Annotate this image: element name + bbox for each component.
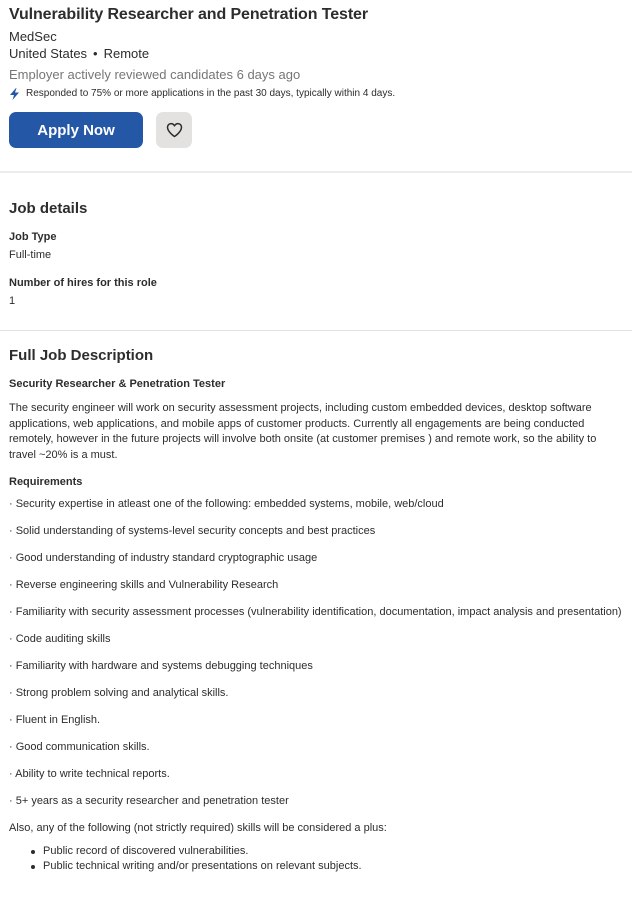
requirement-item: · Familiarity with hardware and systems … bbox=[9, 660, 313, 672]
requirement-item: · Reverse engineering skills and Vulnera… bbox=[9, 579, 279, 591]
job-details-section: Job details Job Type Full-time Number of… bbox=[0, 173, 632, 330]
job-description-section: Full Job Description Security Researcher… bbox=[0, 331, 632, 875]
plus-skill-item: Public record of discovered vulnerabilit… bbox=[31, 844, 623, 860]
hires-value: 1 bbox=[9, 295, 16, 307]
job-details-heading: Job details bbox=[9, 200, 88, 217]
plus-skills-intro: Also, any of the following (not strictly… bbox=[9, 821, 387, 834]
requirement-item: · Familiarity with security assessment p… bbox=[9, 606, 622, 618]
save-job-button[interactable] bbox=[156, 112, 192, 148]
location-country: United States bbox=[9, 46, 88, 61]
requirement-item: · Strong problem solving and analytical … bbox=[9, 687, 229, 699]
lightning-bolt-icon bbox=[10, 88, 19, 100]
job-type-label: Job Type bbox=[9, 231, 57, 243]
job-description-heading: Full Job Description bbox=[9, 347, 154, 364]
requirement-item: · Solid understanding of systems-level s… bbox=[9, 525, 376, 537]
location-separator: • bbox=[93, 46, 98, 61]
requirement-item: · Ability to write technical reports. bbox=[9, 768, 170, 780]
requirement-item: · 5+ years as a security researcher and … bbox=[9, 795, 289, 807]
requirements-list: · Security expertise in atleast one of t… bbox=[9, 497, 623, 810]
job-title: Vulnerability Researcher and Penetration… bbox=[9, 6, 368, 23]
requirement-item: · Good communication skills. bbox=[9, 741, 150, 753]
requirements-heading: Requirements bbox=[9, 476, 83, 488]
job-header: Vulnerability Researcher and Penetration… bbox=[0, 0, 632, 171]
apply-now-button[interactable]: Apply Now bbox=[9, 112, 143, 148]
hires-label: Number of hires for this role bbox=[9, 277, 157, 289]
requirement-item: · Fluent in English. bbox=[9, 714, 101, 726]
job-actions: Apply Now bbox=[9, 112, 623, 148]
plus-skills-list: Public record of discovered vulnerabilit… bbox=[9, 844, 623, 875]
job-location: United States • Remote bbox=[9, 45, 623, 62]
heart-icon bbox=[166, 122, 182, 138]
description-subtitle: Security Researcher & Penetration Tester bbox=[9, 378, 226, 390]
requirement-item: · Security expertise in atleast one of t… bbox=[9, 498, 444, 510]
location-work-mode: Remote bbox=[103, 46, 150, 61]
description-intro: The security engineer will work on secur… bbox=[9, 402, 597, 461]
company-name: MedSec bbox=[9, 29, 57, 44]
requirement-item: · Code auditing skills bbox=[9, 633, 111, 645]
response-rate: Responded to 75% or more applications in… bbox=[9, 87, 623, 101]
job-type-value: Full-time bbox=[9, 249, 52, 261]
response-rate-text: Responded to 75% or more applications in… bbox=[26, 88, 396, 99]
requirement-item: · Good understanding of industry standar… bbox=[9, 552, 318, 564]
plus-skill-item: Public technical writing and/or presenta… bbox=[31, 859, 623, 875]
employer-activity: Employer actively reviewed candidates 6 … bbox=[9, 67, 301, 82]
